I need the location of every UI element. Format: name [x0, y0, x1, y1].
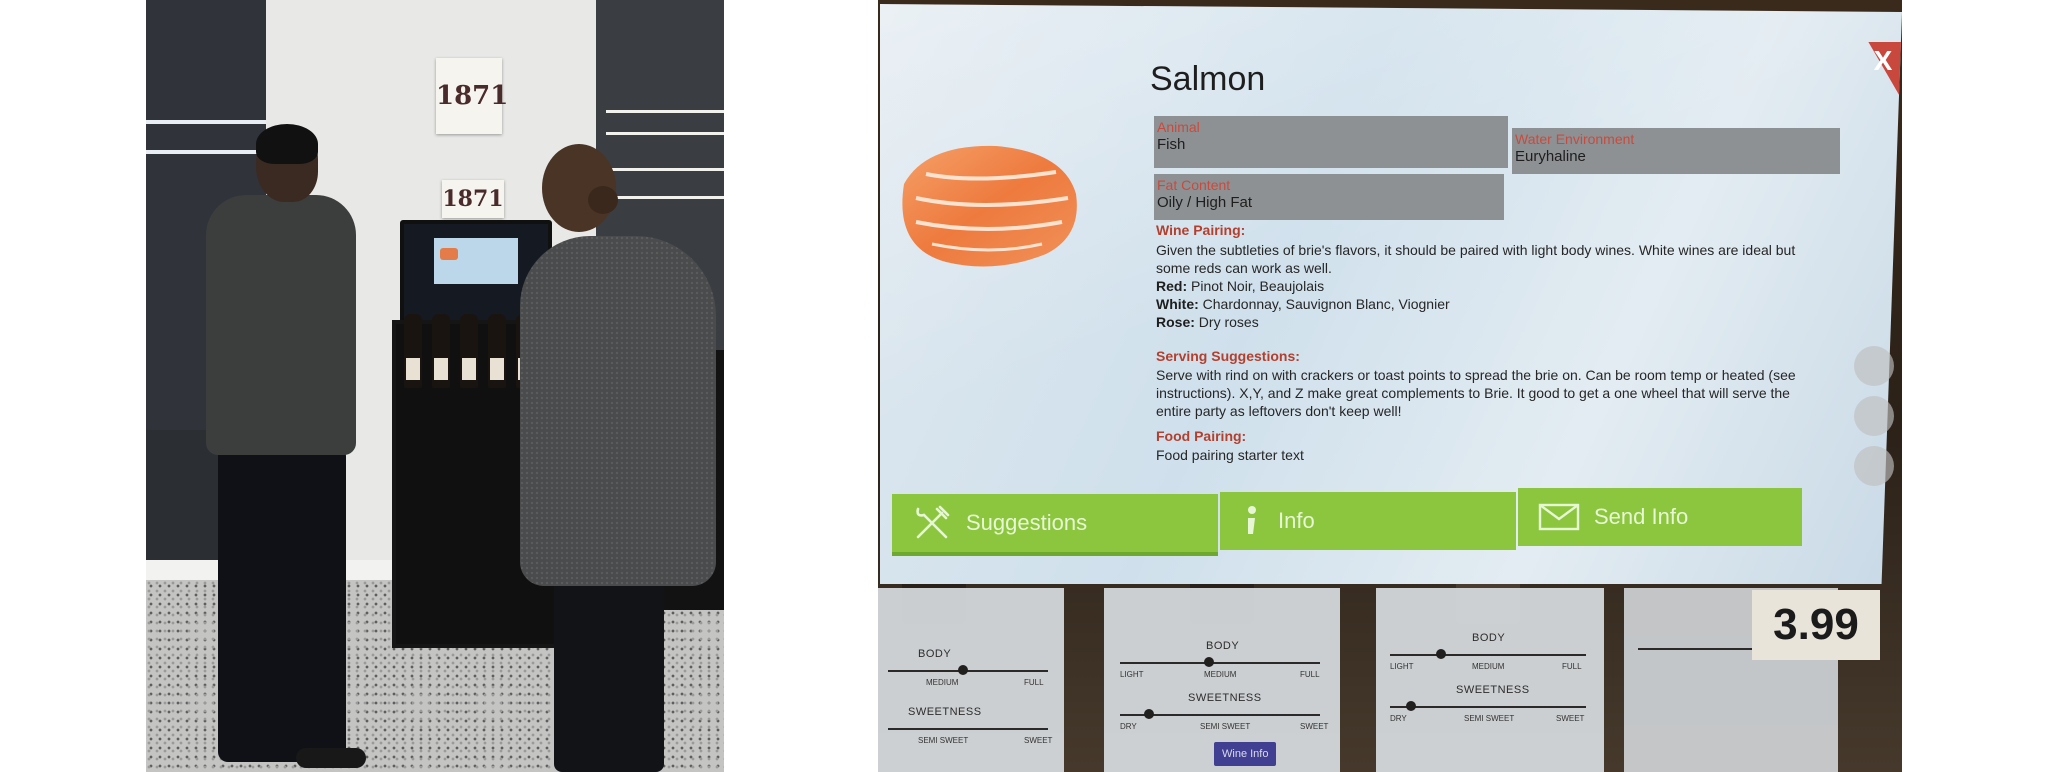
fork-knife-icon — [912, 503, 952, 543]
sweet-label: SWEET — [1556, 714, 1585, 723]
fat-content-value: Oily / High Fat — [1157, 194, 1253, 211]
wine-card: BODY LIGHT MEDIUM FULL SWEETNESS DRY SEM… — [1104, 588, 1340, 772]
food-pairing-heading: Food Pairing: — [1156, 428, 1247, 444]
light-label: LIGHT — [1120, 670, 1144, 679]
medium-label: MEDIUM — [1204, 670, 1237, 679]
body-label: BODY — [1206, 640, 1240, 652]
send-info-label: Send Info — [1594, 504, 1689, 529]
salmon-fillet-image — [902, 145, 1077, 267]
suggestions-button[interactable]: Suggestions — [892, 494, 1218, 556]
side-circle — [1854, 346, 1894, 386]
suggestions-label: Suggestions — [966, 510, 1088, 535]
semi-sweet-label: SEMI SWEET — [1200, 722, 1251, 731]
sweetness-label: SWEETNESS — [1456, 684, 1530, 696]
wall-sign-1871: 1871 — [436, 58, 508, 134]
sweetness-label: SWEETNESS — [908, 706, 982, 718]
price-tag: 3.99 — [1752, 590, 1880, 660]
close-button[interactable]: X — [1870, 46, 1896, 76]
wine-card: BODY LIGHT MEDIUM FULL SWEETNESS DRY SEM… — [1376, 588, 1604, 772]
wine-pairing-heading: Wine Pairing: — [1156, 222, 1246, 238]
red-wine-line: Red: Pinot Noir, Beaujolais — [1156, 278, 1856, 294]
info-label: Info — [1278, 508, 1315, 533]
sign-text: 1871 — [436, 81, 509, 111]
food-pairing-section: Food Pairing: Food pairing starter text — [1156, 428, 1856, 463]
red-label: Red: — [1156, 278, 1188, 294]
wine-pairing-text: some reds can work as well. — [1156, 260, 1332, 276]
serving-suggestions-section: Serving Suggestions: Serve with rind on … — [1156, 348, 1856, 419]
info-icon — [1240, 504, 1264, 538]
wine-card: BODY MEDIUM FULL SWEETNESS SEMI SWEET SW… — [878, 588, 1064, 772]
serving-text: Serve with rind on with crackers or toas… — [1156, 367, 1796, 383]
info-button[interactable]: Info — [1220, 492, 1516, 550]
water-environment-label: Water Environment — [1515, 131, 1635, 147]
kiosk-screen-photo: X Salmon Animal Fish Water Environment E… — [878, 0, 1902, 772]
page-title: Salmon — [1150, 60, 1266, 98]
side-circle — [1854, 446, 1894, 486]
wine-pairing-text: Given the subtleties of brie's flavors, … — [1156, 242, 1796, 258]
medium-label: MEDIUM — [926, 678, 959, 687]
side-circle — [1854, 396, 1894, 436]
white-label: White: — [1156, 296, 1199, 312]
serving-text: entire party as leftovers don't keep wel… — [1156, 403, 1402, 419]
serving-text: instructions). X,Y, and Z make great com… — [1156, 385, 1790, 401]
food-pairing-text: Food pairing starter text — [1156, 447, 1304, 463]
wine-info-button[interactable]: Wine Info — [1214, 742, 1277, 766]
semi-sweet-label: SEMI SWEET — [1464, 714, 1515, 723]
sweet-label: SWEET — [1024, 736, 1053, 745]
sweet-label: SWEET — [1300, 722, 1329, 731]
rose-label: Rose: — [1156, 314, 1195, 330]
send-info-button[interactable]: Send Info — [1518, 488, 1802, 546]
light-label: LIGHT — [1390, 662, 1414, 671]
sign-text: 1871 — [442, 186, 504, 212]
body-label: BODY — [1472, 632, 1506, 644]
fat-content-attribute: Fat Content Oily / High Fat — [1154, 174, 1504, 220]
semi-sweet-label: SEMI SWEET — [918, 736, 969, 745]
rose-value: Dry roses — [1198, 314, 1259, 330]
serving-suggestions-heading: Serving Suggestions: — [1156, 348, 1300, 364]
animal-value: Fish — [1157, 136, 1186, 153]
sweetness-label: SWEETNESS — [1188, 692, 1262, 704]
dry-label: DRY — [1120, 722, 1137, 731]
dry-label: DRY — [1390, 714, 1407, 723]
medium-label: MEDIUM — [1472, 662, 1505, 671]
store-photo: 1871 1871 — [146, 0, 724, 772]
red-value: Pinot Noir, Beaujolais — [1191, 278, 1325, 294]
full-label: FULL — [1300, 670, 1320, 679]
water-environment-attribute: Water Environment Euryhaline — [1512, 128, 1840, 174]
white-value: Chardonnay, Sauvignon Blanc, Viognier — [1202, 296, 1450, 312]
food-info-panel: X Salmon Animal Fish Water Environment E… — [880, 4, 1902, 584]
full-label: FULL — [1562, 662, 1582, 671]
animal-label: Animal — [1157, 119, 1200, 135]
envelope-icon — [1538, 502, 1580, 532]
wine-pairing-section: Wine Pairing: Given the subtleties of br… — [1156, 222, 1856, 330]
water-environment-value: Euryhaline — [1515, 148, 1586, 165]
rose-wine-line: Rose: Dry roses — [1156, 314, 1856, 330]
full-label: FULL — [1024, 678, 1044, 687]
animal-attribute: Animal Fish — [1154, 116, 1508, 168]
fat-content-label: Fat Content — [1157, 177, 1231, 193]
white-wine-line: White: Chardonnay, Sauvignon Blanc, Viog… — [1156, 296, 1856, 312]
kiosk-sign-1871: 1871 — [442, 180, 504, 218]
body-label: BODY — [918, 648, 952, 660]
